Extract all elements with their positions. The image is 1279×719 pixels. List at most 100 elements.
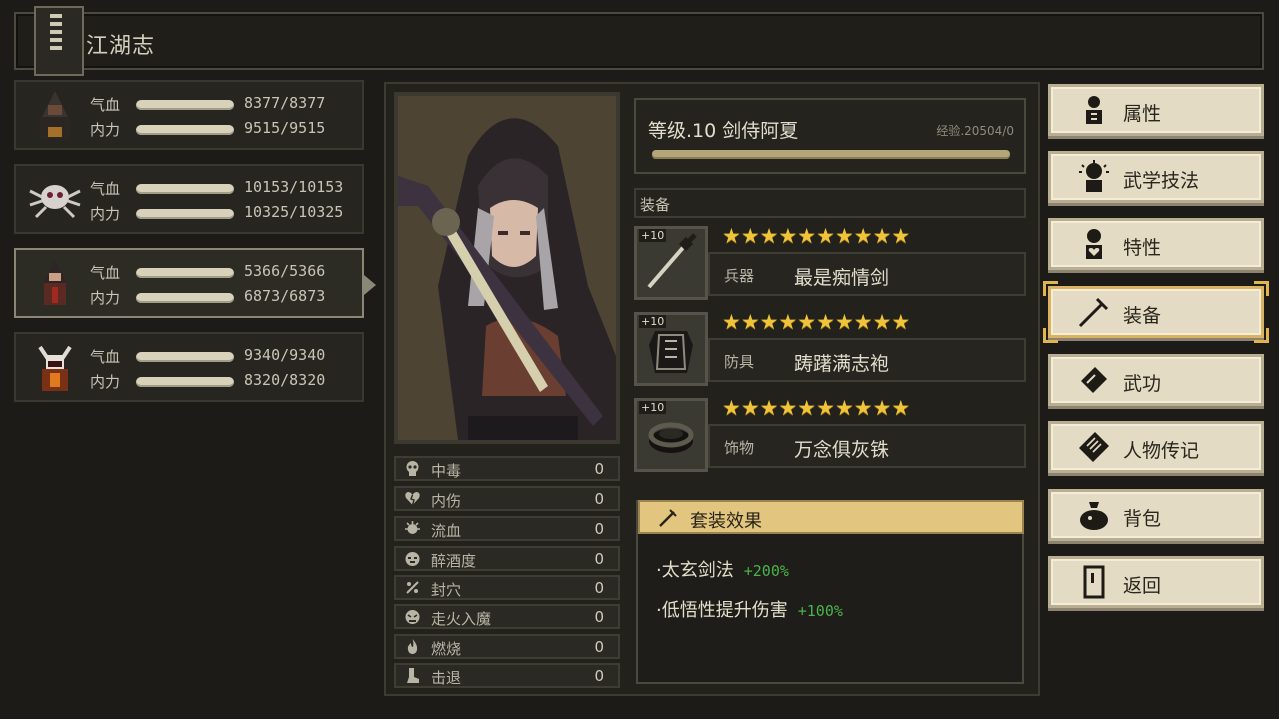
status-row: 走火入魔 0 xyxy=(394,604,620,629)
weapon-slot[interactable]: +10 xyxy=(634,226,708,300)
set-effect-bonus: +100% xyxy=(797,602,843,620)
trait-icon xyxy=(1086,229,1102,259)
status-value: 0 xyxy=(594,579,604,597)
status-name: 内伤 xyxy=(431,492,462,510)
menu-label: 人物传记 xyxy=(1123,440,1200,462)
party-member-4[interactable]: 气血 9340/9340 内力 8320/8320 xyxy=(14,332,364,402)
menu-martial-skills-button[interactable]: 武学技法 xyxy=(1048,151,1264,203)
hp-label: 气血 xyxy=(90,348,121,366)
status-row: 中毒 0 xyxy=(394,456,620,481)
party-member-1[interactable]: 气血 8377/8377 内力 9515/9515 xyxy=(14,80,364,150)
hooded-swordswoman-icon xyxy=(43,261,67,305)
mp-value: 6873/6873 xyxy=(244,287,326,305)
mp-label: 内力 xyxy=(90,205,121,223)
armor-row[interactable]: 防具 踌躇满志袍 xyxy=(708,338,1026,382)
status-value: 0 xyxy=(594,460,604,478)
item-name: 踌躇满志袍 xyxy=(794,353,890,375)
item-name: 最是痴情剑 xyxy=(794,267,890,289)
mp-label: 内力 xyxy=(90,373,121,391)
enhance-level: +10 xyxy=(639,315,667,328)
menu-equipment-button[interactable]: 装备 xyxy=(1043,281,1269,343)
mp-bar xyxy=(136,377,234,387)
set-effect-line: ·低悟性提升伤害 +100% xyxy=(656,596,843,622)
hooded-figure-icon xyxy=(40,91,70,139)
menu-martial-arts-button[interactable]: 武功 xyxy=(1048,354,1264,406)
experience-text: 经验.20504/0 xyxy=(936,124,1014,138)
status-name: 燃烧 xyxy=(431,640,462,658)
acupoint-icon xyxy=(406,581,419,594)
armor-slot[interactable]: +10 xyxy=(634,312,708,386)
equipment-header: 装备 xyxy=(634,188,1026,218)
mp-value: 10325/10325 xyxy=(244,203,344,221)
fire-icon xyxy=(407,639,418,654)
biography-icon xyxy=(1079,432,1109,462)
hp-label: 气血 xyxy=(90,96,121,114)
mp-bar xyxy=(136,293,234,303)
armor-stars: ★★★★★★★★★★ xyxy=(722,310,911,334)
demon-face-icon xyxy=(405,610,420,624)
weapon-row[interactable]: 兵器 最是痴情剑 xyxy=(708,252,1026,296)
hp-value: 9340/9340 xyxy=(244,346,326,364)
weapon-stars: ★★★★★★★★★★ xyxy=(722,224,911,248)
mp-label: 内力 xyxy=(90,289,121,307)
slot-label: 兵器 xyxy=(724,267,755,285)
selection-corner xyxy=(1043,281,1058,296)
menu-label: 背包 xyxy=(1123,508,1162,530)
selection-corner xyxy=(1254,281,1269,296)
mp-bar xyxy=(136,209,234,219)
party-member-2[interactable]: 气血 10153/10153 内力 10325/10325 xyxy=(14,164,364,234)
set-effect-line: ·太玄剑法 +200% xyxy=(656,556,789,582)
accessory-stars: ★★★★★★★★★★ xyxy=(722,396,911,420)
status-row: 击退 0 xyxy=(394,663,620,688)
experience-bar xyxy=(652,150,1010,159)
menu-traits-button[interactable]: 特性 xyxy=(1048,218,1264,270)
accessory-slot[interactable]: +10 xyxy=(634,398,708,472)
menu-label: 武功 xyxy=(1123,373,1162,395)
skull-icon xyxy=(406,461,419,476)
person-stats-icon xyxy=(1086,96,1102,124)
sword-icon xyxy=(1078,297,1109,328)
slot-label: 饰物 xyxy=(724,439,755,457)
party-member-3[interactable]: 气血 5366/5366 内力 6873/6873 xyxy=(14,248,376,318)
bag-icon xyxy=(1080,502,1108,530)
status-value: 0 xyxy=(594,490,604,508)
spider-creature-icon xyxy=(29,185,81,219)
status-value: 0 xyxy=(594,608,604,626)
set-effect-header: 套装效果 xyxy=(638,500,1024,534)
status-row: 燃烧 0 xyxy=(394,634,620,659)
equipment-header-label: 装备 xyxy=(640,196,671,214)
status-row: 流血 0 xyxy=(394,516,620,541)
selection-corner xyxy=(1254,328,1269,343)
mp-bar xyxy=(136,125,234,135)
status-value: 0 xyxy=(594,667,604,685)
accessory-row[interactable]: 饰物 万念俱灰铢 xyxy=(708,424,1026,468)
status-value: 0 xyxy=(594,520,604,538)
hp-value: 5366/5366 xyxy=(244,262,326,280)
status-name: 中毒 xyxy=(431,462,462,480)
martial-skill-icon xyxy=(1079,160,1109,192)
status-row: 内伤 0 xyxy=(394,486,620,511)
enhance-level: +10 xyxy=(639,401,667,414)
horned-warrior-icon xyxy=(38,345,72,391)
boot-icon xyxy=(407,668,419,683)
book-icon xyxy=(34,6,84,76)
menu-label: 特性 xyxy=(1123,237,1162,259)
menu-return-button[interactable]: 返回 xyxy=(1048,556,1264,608)
selected-arrow-icon xyxy=(364,275,376,295)
status-name: 封穴 xyxy=(431,581,462,599)
character-portrait xyxy=(394,92,620,444)
hp-bar xyxy=(136,100,234,110)
menu-backpack-button[interactable]: 背包 xyxy=(1048,489,1264,541)
status-value: 0 xyxy=(594,638,604,656)
broken-heart-icon xyxy=(405,492,420,506)
menu-biography-button[interactable]: 人物传记 xyxy=(1048,421,1264,473)
drunk-face-icon xyxy=(405,552,420,566)
status-row: 醉酒度 0 xyxy=(394,546,620,571)
status-name: 醉酒度 xyxy=(431,552,477,570)
hp-label: 气血 xyxy=(90,180,121,198)
hp-bar xyxy=(136,184,234,194)
set-effect-text: ·低悟性提升伤害 xyxy=(656,600,788,621)
menu-attributes-button[interactable]: 属性 xyxy=(1048,84,1264,136)
door-icon xyxy=(1083,565,1105,599)
mp-label: 内力 xyxy=(90,121,121,139)
